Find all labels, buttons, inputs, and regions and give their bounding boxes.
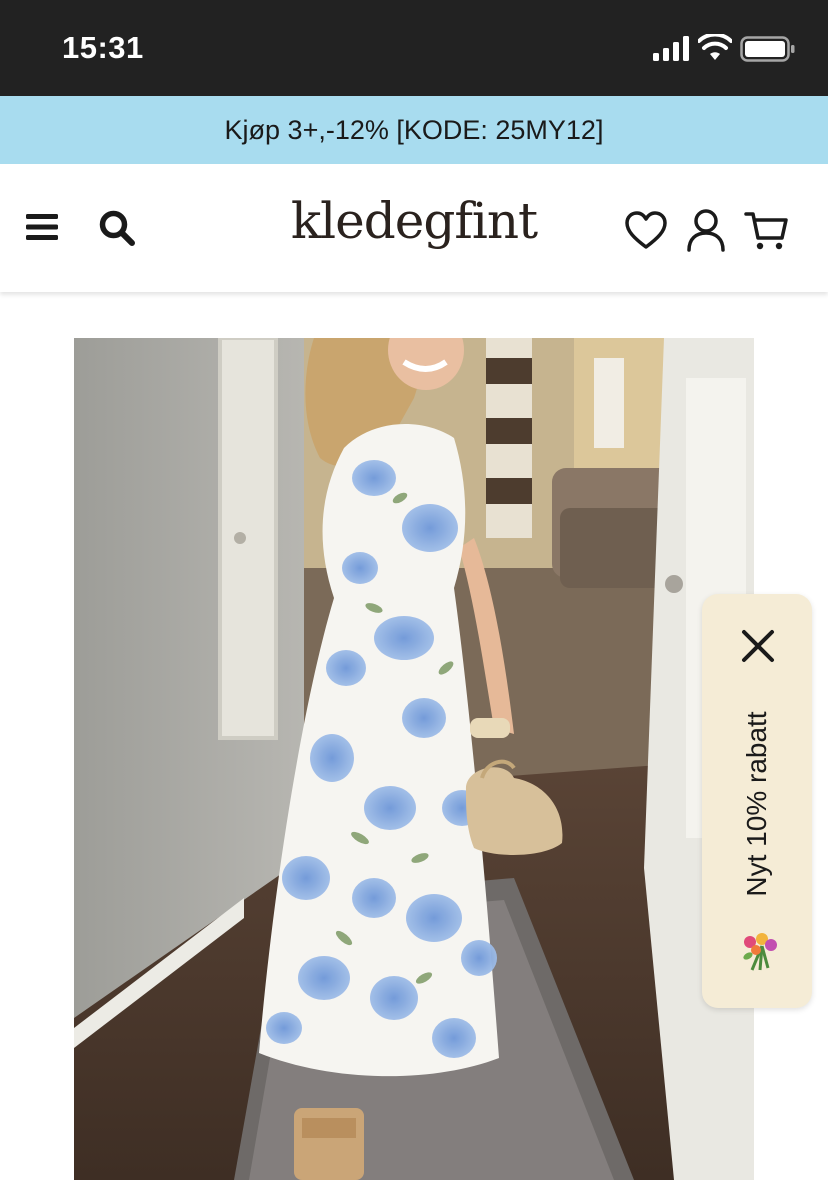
discount-tab[interactable]: Nyt 10% rabatt xyxy=(702,594,812,1008)
promo-banner[interactable]: Kjøp 3+,-12% [KODE: 25MY12] xyxy=(0,96,828,164)
flower-bouquet-icon xyxy=(743,933,777,971)
status-time: 15:31 xyxy=(62,30,144,65)
discount-label: Nyt 10% rabatt xyxy=(741,711,772,897)
promo-text: Kjøp 3+,-12% [KODE: 25MY12] xyxy=(224,114,604,145)
close-icon[interactable] xyxy=(740,628,776,664)
wifi-icon xyxy=(698,34,732,60)
heart-icon[interactable] xyxy=(624,210,668,250)
battery-icon xyxy=(740,36,795,62)
site-header: kledegfint xyxy=(0,164,828,292)
status-bar: 15:31 xyxy=(0,0,828,96)
cellular-signal-icon xyxy=(653,36,689,61)
user-icon[interactable] xyxy=(686,208,726,252)
product-image[interactable] xyxy=(74,338,754,1180)
product-photo-illustration xyxy=(74,338,754,1180)
cart-icon[interactable] xyxy=(744,210,788,252)
